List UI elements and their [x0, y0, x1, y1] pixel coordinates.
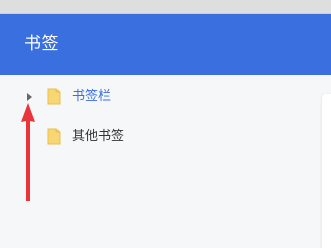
bookmarks-page: 书签 书签栏 其他书签: [0, 0, 331, 248]
page-title: 书签: [24, 34, 59, 54]
tree-item-other-bookmarks[interactable]: 其他书签: [72, 128, 124, 146]
browser-toolbar-strip: [0, 0, 331, 14]
app-header: 书签: [0, 14, 331, 75]
folder-icon: [47, 88, 61, 105]
tree-item-bookmarks-bar[interactable]: 书签栏: [72, 88, 111, 106]
folder-icon: [47, 128, 61, 145]
content-panel: [322, 94, 331, 248]
annotation-arrow-icon: [18, 100, 42, 204]
